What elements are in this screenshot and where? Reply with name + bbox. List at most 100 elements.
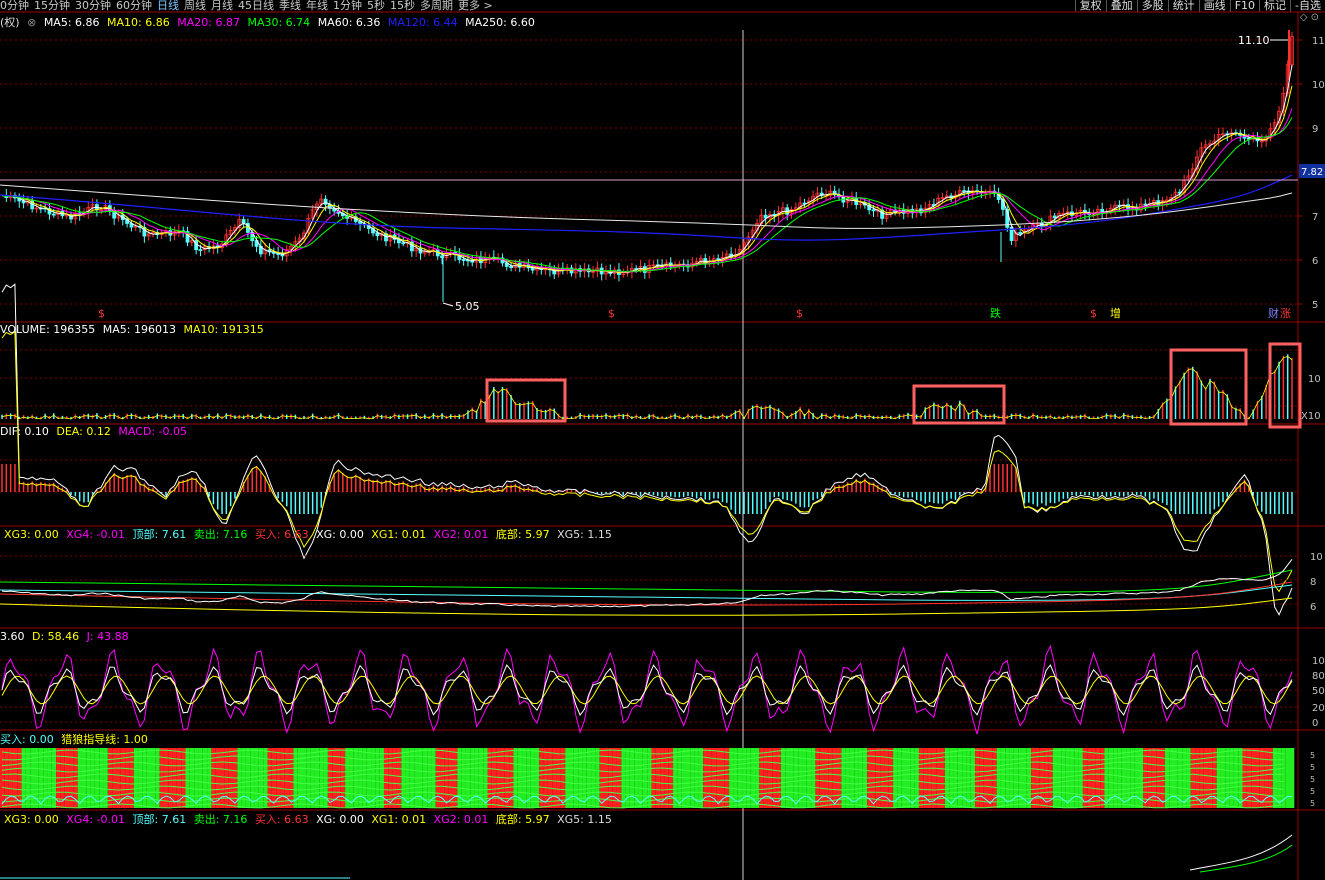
hunt-bar	[202, 748, 208, 808]
ma10-label: MA10: 6.86	[107, 16, 170, 29]
hunt-bar	[375, 748, 380, 808]
hunt-bar	[435, 748, 441, 808]
xg2-buy-label: 买入: 6.63	[254, 813, 309, 826]
price-axis-label: 7	[1312, 212, 1318, 223]
hunt-bar	[86, 748, 91, 808]
low-price-label: 5.05	[455, 300, 480, 313]
hunt-bar	[992, 748, 997, 808]
hunt-bar	[172, 748, 177, 808]
settings-icon[interactable]: ⊗	[27, 16, 36, 29]
xg2-top-label: 顶部: 7.61	[132, 813, 187, 826]
kdj-header: 3.60 D: 58.46 J: 43.88	[0, 631, 133, 643]
dea-line	[1, 330, 1293, 593]
hunt-bar	[629, 748, 635, 808]
macd-label: MACD: -0.05	[118, 425, 187, 438]
event-marker: $	[1090, 307, 1097, 320]
candle-body	[1143, 203, 1148, 206]
k-label: 3.60	[0, 630, 25, 643]
candles-group	[4, 32, 1294, 282]
event-marker: $	[796, 307, 803, 320]
xg-label: XG: 0.00	[316, 528, 364, 541]
hunt-bar	[737, 748, 743, 808]
hunt-bar	[453, 748, 458, 808]
xg2-header: XG3: 0.00 XG4: -0.01 顶部: 7.61 卖出: 7.16 买…	[4, 814, 616, 826]
kdj-axis-label: 100	[1312, 656, 1325, 667]
main-ma-header: (权) ⊗ MA5: 6.86 MA10: 6.86 MA20: 6.87 MA…	[0, 17, 539, 29]
kdj-axis-label: 0	[1312, 718, 1318, 729]
event-marker: $	[98, 307, 105, 320]
hunt-axis-label: 5	[1310, 787, 1315, 796]
candle-body	[198, 249, 203, 252]
hunt-bar	[8, 748, 13, 808]
xg5-label: XG5: 1.15	[557, 528, 612, 541]
dea-label: DEA: 0.12	[56, 425, 111, 438]
hunt-bar	[289, 748, 294, 808]
hunt-bar	[1160, 748, 1165, 808]
hunt-bar	[1277, 748, 1282, 808]
top-label: 顶部: 7.61	[132, 528, 187, 541]
hunt-bar	[358, 748, 363, 808]
volume-axis-label: X10	[1301, 411, 1321, 422]
hunt-bar	[1290, 748, 1295, 808]
hunt-bar	[1013, 748, 1019, 808]
hunt-bar	[888, 748, 894, 808]
corner-icons[interactable]: ◇ ⊙	[1300, 12, 1319, 23]
event-marker: $	[608, 307, 615, 320]
price-axis-label: 5	[1312, 300, 1318, 311]
hunt-bar	[534, 748, 540, 808]
xg2-xg1-label: XG1: 0.01	[371, 813, 427, 826]
hunt-bar	[77, 748, 82, 808]
hunt-bar	[1285, 748, 1290, 808]
hunt-bar	[707, 748, 712, 808]
event-marker: 涨	[1280, 307, 1291, 320]
hunt-bar	[185, 748, 190, 808]
event-marker: 跌	[990, 306, 1001, 320]
hunt-bar	[811, 748, 816, 808]
hunt-bar	[1173, 748, 1178, 808]
ma250-label: MA250: 6.60	[465, 16, 535, 29]
hunt-bar	[94, 748, 100, 808]
hunt-bar	[0, 748, 5, 808]
ma5-label: MA5: 6.86	[43, 16, 100, 29]
kline-chart-canvas[interactable]: 1110987657.8211.105.05$$$跌$增财涨10X1010861…	[0, 0, 1325, 880]
volume-bars-group	[1, 354, 1293, 419]
hunt-bar	[263, 748, 268, 808]
hunt-bar	[716, 748, 721, 808]
hunt-buy-label: 买入: 0.00	[0, 733, 54, 746]
hunt-bar	[457, 748, 462, 808]
xg-header: XG3: 0.00 XG4: -0.01 顶部: 7.61 卖出: 7.16 买…	[4, 529, 616, 541]
xg2-xg5-label: XG5: 1.15	[557, 813, 612, 826]
ma20-label: MA20: 6.87	[177, 16, 240, 29]
hunt-bar	[996, 748, 1001, 808]
hunt-bar	[910, 748, 915, 808]
high-price-label: 11.10	[1238, 34, 1270, 47]
hunt-bar	[1104, 748, 1109, 808]
ma30-label: MA30: 6.74	[247, 16, 311, 29]
xg-axis-label: 6	[1310, 602, 1316, 613]
hunt-bar	[621, 748, 626, 808]
price-axis-label: 9	[1312, 124, 1318, 135]
candle-body	[401, 242, 406, 245]
hunt-bar	[1005, 748, 1010, 808]
kdj-axis-label: 50	[1312, 686, 1325, 697]
volume-label: VOLUME: 196355	[0, 323, 96, 336]
sell-label: 卖出: 7.16	[193, 528, 248, 541]
hunt-guide-label: 猎狼指导线: 1.00	[61, 733, 148, 746]
volume-header: VOLUME: 196355 MA5: 196013 MA10: 191315	[0, 324, 268, 336]
d-label: D: 58.46	[32, 630, 80, 643]
hunt-bar	[560, 748, 566, 808]
hunt-bar	[1251, 748, 1256, 808]
hunt-bar	[1190, 748, 1196, 808]
j-label: J: 43.88	[86, 630, 129, 643]
price-axis-label: 10	[1312, 80, 1325, 91]
hunt-bar	[1095, 748, 1101, 808]
hunt-bar	[258, 748, 264, 808]
hunt-bar	[181, 748, 186, 808]
xg2-label: XG2: 0.01	[433, 528, 489, 541]
hunt-bar	[1091, 748, 1096, 808]
hunt-bar	[163, 748, 169, 808]
hunt-bar	[194, 748, 199, 808]
candle-body	[1052, 215, 1057, 219]
hunt-bar	[901, 748, 907, 808]
candle-body	[241, 219, 246, 224]
